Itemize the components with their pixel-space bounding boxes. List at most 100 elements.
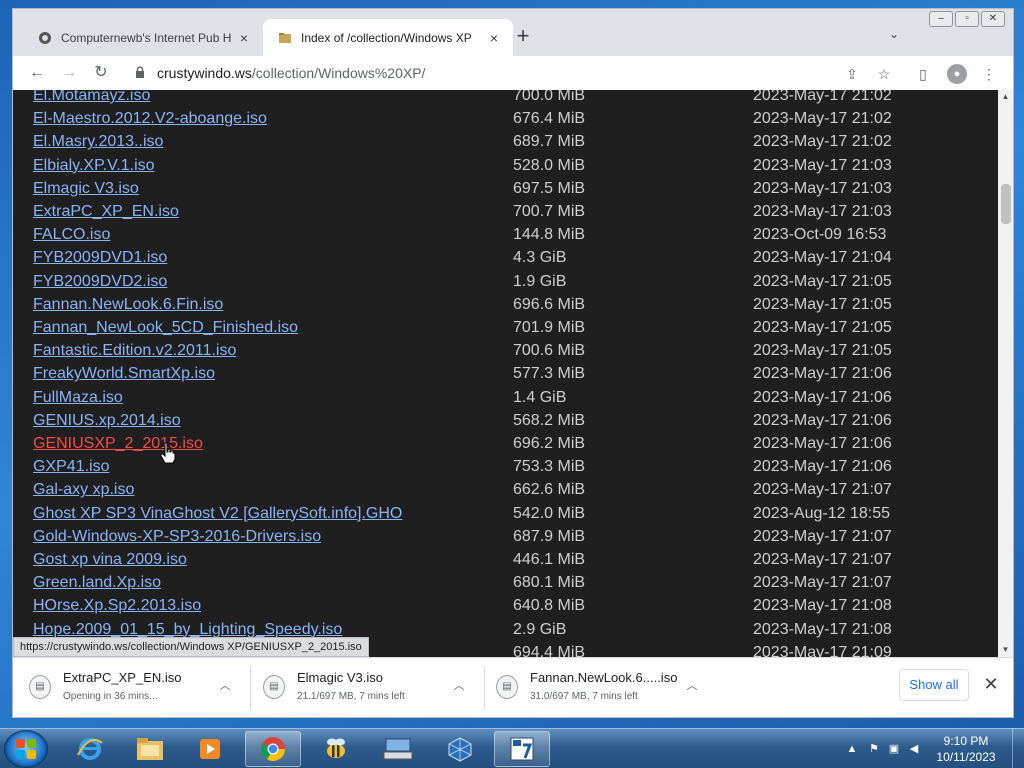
download-item[interactable]: ▤ Elmagic V3.iso 21.1/697 MB, 7 mins lef… — [247, 658, 482, 717]
file-link[interactable]: El.Masry.2013..iso — [33, 133, 163, 151]
file-size: 1.4 GiB — [513, 388, 567, 406]
file-link[interactable]: Green.land.Xp.iso — [33, 574, 161, 592]
chevron-down-icon[interactable]: ⌄ — [885, 27, 903, 45]
scroll-thumb[interactable] — [1001, 184, 1011, 224]
file-icon: ▤ — [496, 675, 518, 699]
file-link[interactable]: El-Maestro.2012.V2-aboange.iso — [33, 110, 267, 128]
table-row: El-Maestro.2012.V2-aboange.iso 676.4 MiB 2… — [33, 110, 973, 133]
file-link[interactable]: FYB2009DVD1.iso — [33, 249, 167, 267]
bookmark-star-icon[interactable]: ☆ — [875, 65, 893, 83]
folder-favicon-icon — [277, 30, 293, 46]
file-link[interactable]: Ghost XP SP3 VinaGhost V2 [GallerySoft.i… — [33, 505, 402, 523]
win7-usb-tool-icon[interactable] — [494, 731, 550, 767]
taskbar: ▲ ⚑ ▣ ◀ 9:10 PM 10/11/2023 — [0, 728, 1024, 768]
file-link[interactable]: Gal-axy xp.iso — [33, 481, 134, 499]
table-row: Green.land.Xp.iso 680.1 MiB 2023-May-17 21… — [33, 574, 973, 597]
file-link[interactable]: Hope.2009_01_15_by_Lighting_Speedy.iso — [33, 621, 342, 639]
file-date: 2023-May-17 21:07 — [753, 481, 892, 499]
close-icon[interactable]: ✕ — [981, 674, 1001, 694]
lock-icon — [135, 66, 147, 80]
bee-app-icon[interactable] — [308, 731, 364, 767]
virtualbox-icon[interactable] — [432, 731, 488, 767]
reload-icon[interactable]: ↻ — [89, 61, 113, 85]
back-icon[interactable]: ← — [25, 61, 49, 85]
file-link[interactable]: El.Motamayz.iso — [33, 90, 150, 105]
menu-kebab-icon[interactable]: ⋮ — [979, 64, 999, 84]
table-row: FYB2009DVD2.iso 1.9 GiB 2023-May-17 21:05 — [33, 273, 973, 296]
table-row: Gal-axy xp.iso 662.6 MiB 2023-May-17 21:07 — [33, 481, 973, 504]
onscreen-keyboard-icon[interactable] — [370, 731, 426, 767]
maximize-button[interactable]: ▫ — [955, 11, 979, 27]
file-date: 2023-May-17 21:06 — [753, 365, 892, 383]
file-link[interactable]: Gold-Windows-XP-SP3-2016-Drivers.iso — [33, 528, 321, 546]
chevron-up-icon[interactable]: ︿ — [217, 678, 233, 694]
file-size: 1.9 GiB — [513, 272, 567, 290]
tray-expand-icon[interactable]: ▲ — [844, 741, 860, 757]
side-panel-icon[interactable]: ▯ — [913, 64, 933, 84]
file-link[interactable]: Fantastic.Edition.v2.2011.iso — [33, 342, 236, 360]
file-size: 676.4 MiB — [513, 110, 586, 128]
file-date: 2023-May-17 21:06 — [753, 458, 892, 476]
file-date: 2023-May-17 21:05 — [753, 342, 892, 360]
show-all-button[interactable]: Show all — [899, 669, 969, 701]
file-link[interactable]: Elmagic V3.iso — [33, 180, 139, 198]
tab-index[interactable]: Index of /collection/Windows XP × — [263, 19, 513, 56]
file-link[interactable]: HOrse.Xp.Sp2.2013.iso — [33, 597, 201, 615]
table-row: Elmagic V3.iso 697.5 MiB 2023-May-17 21:03 — [33, 180, 973, 203]
file-date: 2023-May-17 21:06 — [753, 388, 892, 406]
new-tab-button[interactable]: + — [511, 25, 535, 49]
close-icon[interactable]: × — [235, 29, 253, 47]
file-link[interactable]: FreakyWorld.SmartXp.iso — [33, 365, 215, 383]
file-link[interactable]: Fannan.NewLook.6.Fin.iso — [33, 296, 223, 314]
address-bar[interactable]: crustywindo.ws/collection/Windows%20XP/ — [123, 59, 913, 87]
action-center-flag-icon[interactable]: ⚑ — [866, 741, 882, 757]
media-player-icon[interactable] — [182, 731, 238, 767]
file-link[interactable]: GXP41.iso — [33, 458, 109, 476]
file-date: 2023-May-17 21:07 — [753, 551, 892, 568]
explorer-icon[interactable] — [122, 731, 178, 767]
window-controls: – ▫ ✕ — [929, 11, 1005, 27]
file-date: 2023-May-17 21:03 — [753, 179, 892, 197]
file-link[interactable]: FullMaza.iso — [33, 389, 123, 407]
close-icon[interactable]: × — [485, 29, 503, 47]
scroll-down-icon[interactable]: ▼ — [998, 643, 1013, 657]
file-date: 2023-May-17 21:03 — [753, 156, 892, 174]
taskbar-clock[interactable]: 9:10 PM 10/11/2023 — [926, 733, 1006, 765]
table-row: El.Motamayz.iso 700.0 MiB 2023-May-17 21:0… — [33, 90, 973, 110]
file-size: 701.9 MiB — [513, 319, 586, 336]
ie-icon[interactable] — [62, 731, 118, 767]
file-link[interactable]: GENIUSXP_2_2015.iso — [33, 435, 203, 453]
show-desktop-button[interactable] — [1012, 729, 1024, 768]
profile-avatar[interactable]: ● — [947, 64, 967, 84]
volume-muted-icon[interactable]: ◀ — [906, 741, 922, 757]
download-item[interactable]: ▤ ExtraPC_XP_EN.iso Opening in 36 mins..… — [13, 658, 248, 717]
chevron-up-icon[interactable]: ︿ — [451, 678, 467, 694]
tab-strip: Computernewb's Internet Pub H × Index of… — [13, 9, 1013, 56]
file-size: 528.0 MiB — [513, 156, 586, 174]
file-link[interactable]: Gost xp vina 2009.iso — [33, 551, 187, 569]
table-row: FreakyWorld.SmartXp.iso 577.3 MiB 2023-May… — [33, 365, 973, 388]
share-icon[interactable]: ⇪ — [843, 65, 861, 83]
file-link[interactable]: ExtraPC_XP_EN.iso — [33, 203, 179, 221]
chevron-up-icon[interactable]: ︿ — [684, 678, 700, 694]
table-row: Fannan_NewLook_5CD_Finished.iso 701.9 MiB… — [33, 319, 973, 342]
file-size: 4.3 GiB — [513, 249, 567, 267]
file-link[interactable]: Elbialy.XP.V.1.iso — [33, 157, 155, 175]
network-icon[interactable]: ▣ — [886, 741, 902, 757]
file-size: 568.2 MiB — [513, 411, 586, 429]
minimize-button[interactable]: – — [929, 11, 953, 27]
file-link[interactable]: FYB2009DVD2.iso — [33, 273, 167, 291]
forward-icon[interactable]: → — [57, 61, 81, 85]
file-link[interactable]: Fannan_NewLook_5CD_Finished.iso — [33, 319, 298, 337]
file-size: 144.8 MiB — [513, 226, 586, 244]
start-button[interactable] — [4, 730, 48, 768]
close-window-button[interactable]: ✕ — [981, 11, 1005, 27]
scrollbar[interactable]: ▲ ▼ — [998, 90, 1013, 657]
chrome-icon[interactable] — [245, 731, 301, 767]
scroll-up-icon[interactable]: ▲ — [998, 90, 1013, 104]
pub-favicon-icon — [37, 30, 53, 46]
download-item[interactable]: ▤ Fannan.NewLook.6.....iso 31.0/697 MB, … — [480, 658, 715, 717]
file-link[interactable]: FALCO.iso — [33, 226, 110, 244]
file-link[interactable]: GENIUS.xp.2014.iso — [33, 412, 181, 430]
tab-pub[interactable]: Computernewb's Internet Pub H × — [23, 19, 263, 56]
